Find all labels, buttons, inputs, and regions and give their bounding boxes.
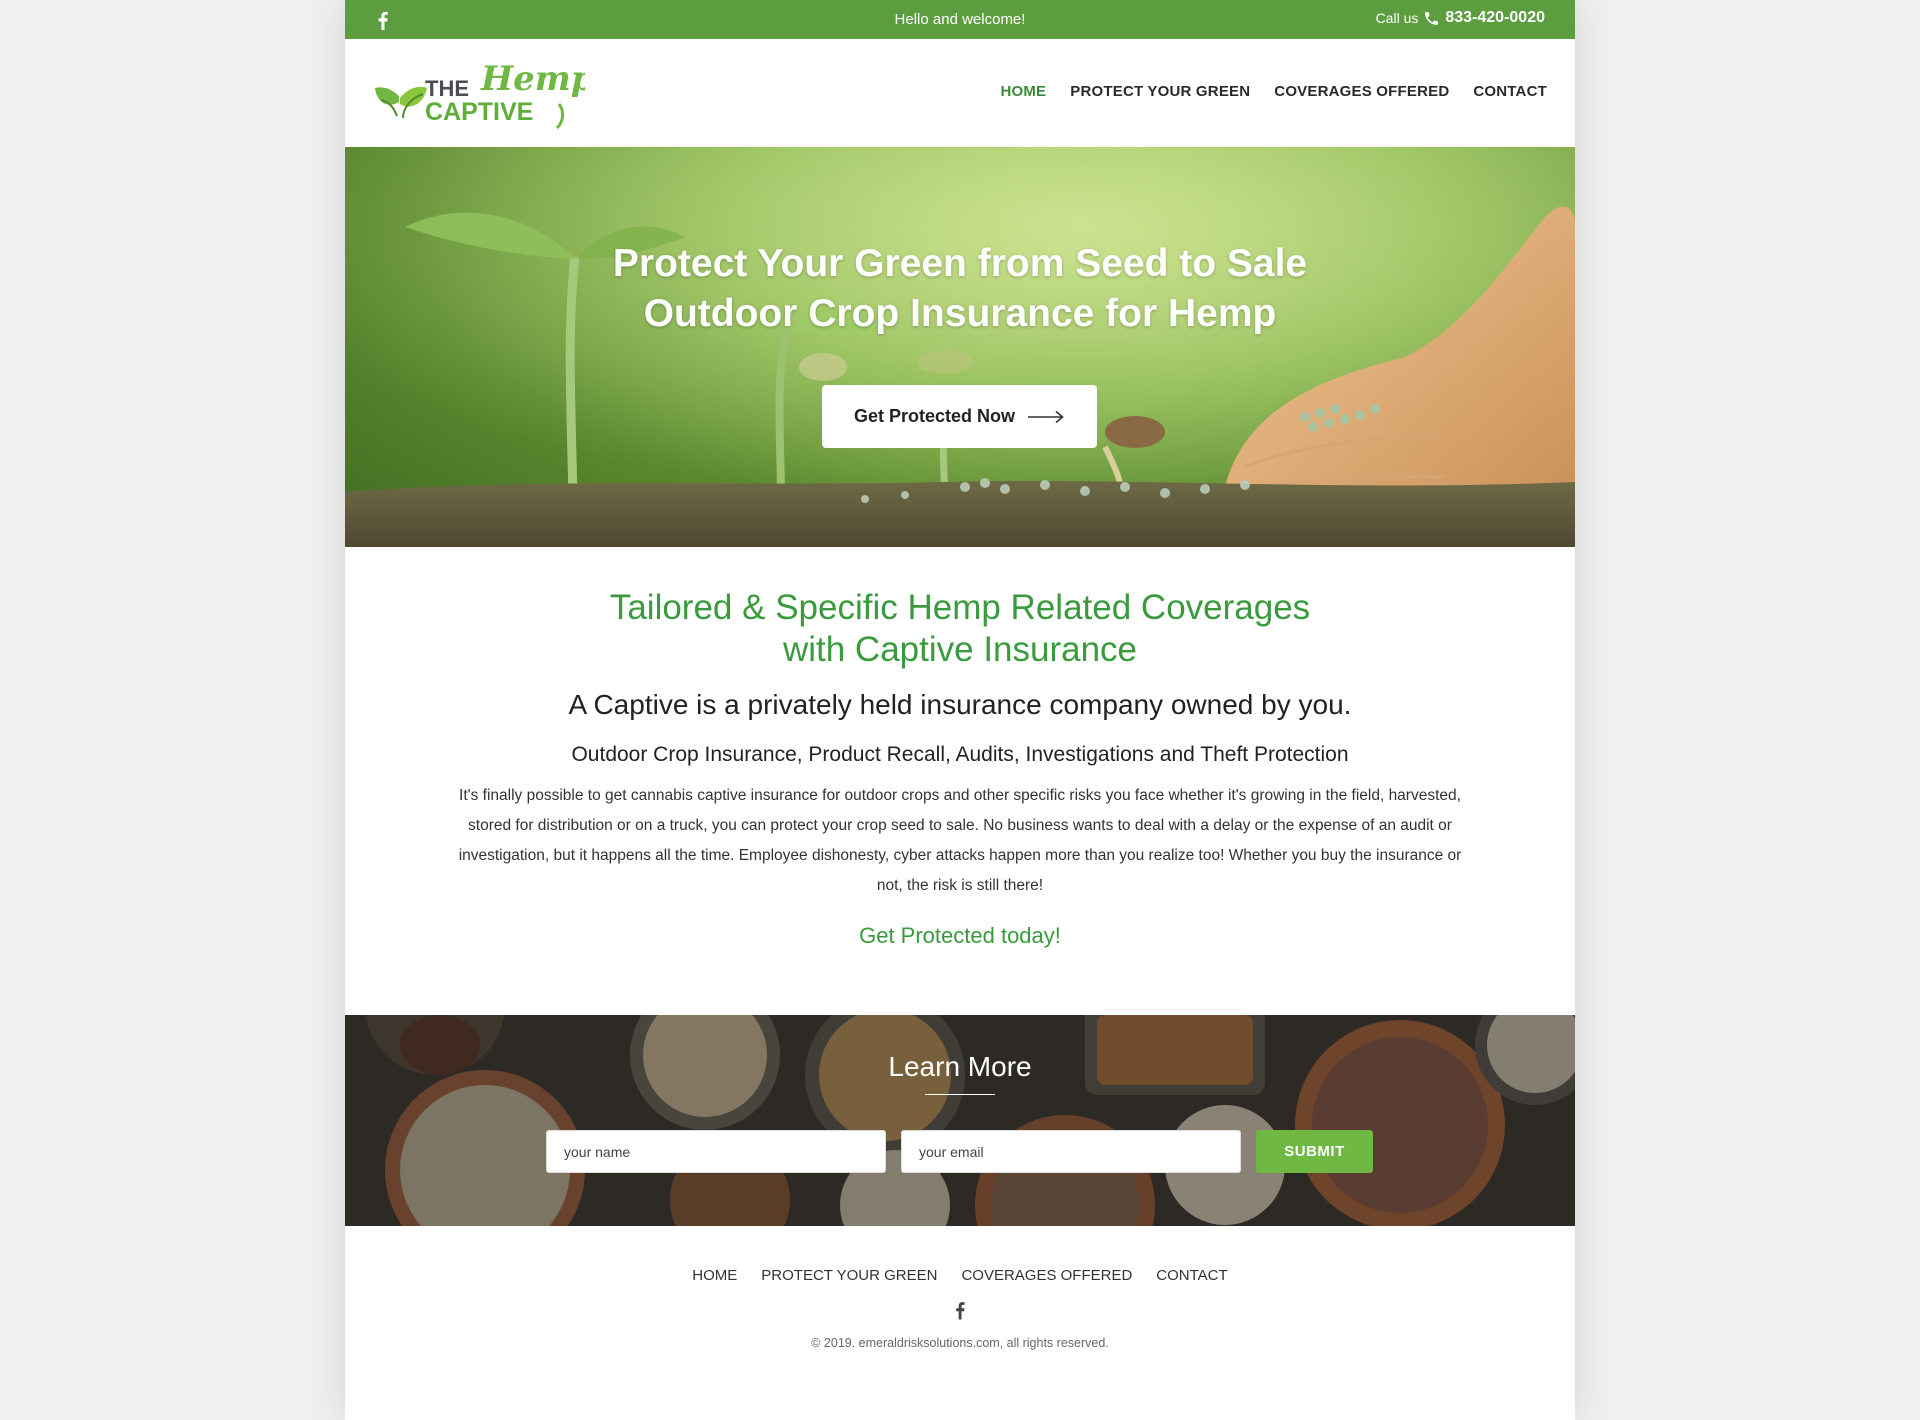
svg-text:CAPTIVE: CAPTIVE [425,98,533,126]
submit-button[interactable]: SUBMIT [1256,1130,1373,1173]
call-us[interactable]: Call us 833-420-0020 [1376,9,1545,27]
phone-icon [1425,11,1439,25]
hero-title-line2: Outdoor Crop Insurance for Hemp [643,292,1277,335]
email-input[interactable] [901,1130,1241,1173]
body-text: It's finally possible to get cannabis ca… [458,787,1462,894]
footer-nav-coverages-offered[interactable]: COVERAGES OFFERED [961,1267,1132,1284]
nav-home[interactable]: HOME [1000,83,1046,100]
header: THE Hemp CAPTIVE HOME PROTECT YOUR GREEN… [345,39,1575,147]
logo[interactable]: THE Hemp CAPTIVE [373,54,585,130]
leaf-icon [375,86,427,119]
learn-more-title: Learn More [888,1051,1032,1082]
learn-more-section: Learn More SUBMIT [345,1015,1575,1226]
nav-coverages-offered[interactable]: COVERAGES OFFERED [1274,83,1449,100]
name-input[interactable] [546,1130,886,1173]
heading-line1: Tailored & Specific Hemp Related Coverag… [609,588,1311,627]
arrow-right-icon [1028,410,1064,423]
footer-nav-protect-your-green[interactable]: PROTECT YOUR GREEN [761,1267,937,1284]
footer-nav: HOME PROTECT YOUR GREEN COVERAGES OFFERE… [345,1267,1575,1284]
hero-title: Protect Your Green from Seed to Sale Out… [345,239,1575,339]
phone-number[interactable]: 833-420-0020 [1445,9,1545,27]
call-label: Call us [1375,10,1419,26]
footer: HOME PROTECT YOUR GREEN COVERAGES OFFERE… [345,1226,1575,1420]
svg-text:Hemp: Hemp [480,59,585,99]
coverages-subheading: Outdoor Crop Insurance, Product Recall, … [571,743,1349,766]
hero-banner: Protect Your Green from Seed to Sale Out… [345,147,1575,547]
get-protected-button[interactable]: Get Protected Now [822,385,1097,448]
intro-section: Tailored & Specific Hemp Related Coverag… [345,547,1575,1015]
hero-image [345,147,1575,547]
footer-facebook-icon[interactable] [952,1300,968,1320]
nav-protect-your-green[interactable]: PROTECT YOUR GREEN [1070,83,1250,100]
grains-background [345,1015,1575,1226]
page: Hello and welcome! Call us 833-420-0020 … [345,0,1575,1420]
title-divider [925,1094,995,1095]
hero-title-line1: Protect Your Green from Seed to Sale [612,242,1308,285]
main-nav: HOME PROTECT YOUR GREEN COVERAGES OFFERE… [1000,83,1547,100]
get-protected-today-link[interactable]: Get Protected today! [345,923,1575,949]
heading-line2: with Captive Insurance [782,630,1138,669]
nav-contact[interactable]: CONTACT [1473,83,1547,100]
top-bar: Hello and welcome! Call us 833-420-0020 [345,0,1575,39]
copyright: © 2019. emeraldrisksolutions.com, all ri… [811,1336,1109,1350]
cta-label: Get Protected Now [853,406,1016,426]
footer-nav-home[interactable]: HOME [692,1267,737,1284]
footer-nav-contact[interactable]: CONTACT [1156,1267,1227,1284]
section-heading: Tailored & Specific Hemp Related Coverag… [345,587,1575,671]
lead-text: A Captive is a privately held insurance … [568,689,1352,720]
